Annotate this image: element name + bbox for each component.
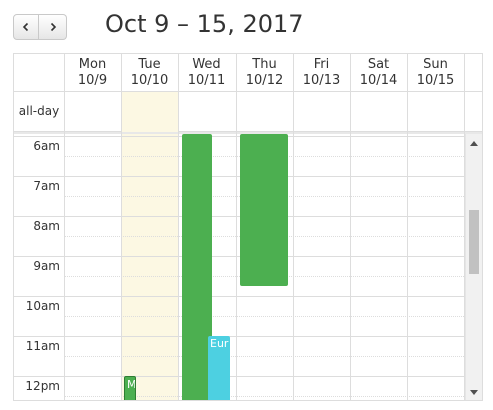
day-header-weekday: Wed bbox=[192, 57, 221, 72]
scroll-thumb[interactable] bbox=[469, 210, 479, 274]
day-header-weekday: Sun bbox=[423, 57, 448, 72]
all-day-label: all-day bbox=[18, 104, 60, 118]
axis-hour-line bbox=[14, 216, 64, 217]
scroll-up-icon[interactable] bbox=[470, 141, 478, 146]
time-label: 12pm bbox=[25, 379, 60, 393]
hour-line bbox=[64, 336, 466, 337]
axis-hour-line bbox=[14, 136, 64, 137]
today-highlight-allday bbox=[122, 92, 178, 132]
day-header-weekday: Fri 10/13 bbox=[302, 57, 341, 88]
calendar-event[interactable]: Eur bbox=[208, 336, 230, 400]
day-header-weekday: Sat 10/14 bbox=[359, 57, 398, 88]
day-header-weekday: Mon bbox=[78, 57, 107, 72]
day-header: Sat 10/14 bbox=[350, 57, 407, 89]
page-title: Oct 9 – 15, 2017 bbox=[105, 10, 304, 38]
hour-line bbox=[64, 296, 466, 297]
day-header: Tue 10/10 bbox=[121, 57, 178, 89]
axis-hour-line bbox=[14, 376, 64, 377]
half-hour-line bbox=[64, 356, 466, 357]
vertical-scrollbar[interactable] bbox=[465, 134, 482, 400]
half-hour-line bbox=[64, 316, 466, 317]
day-header: Mon 10/9 bbox=[64, 57, 121, 89]
time-label: 7am bbox=[33, 179, 60, 193]
axis-hour-line bbox=[14, 256, 64, 257]
prev-week-button[interactable] bbox=[13, 14, 39, 40]
axis-hour-line bbox=[14, 176, 64, 177]
day-header-date: 10/10 bbox=[130, 73, 169, 88]
axis-hour-line bbox=[14, 296, 64, 297]
axis-hour-line bbox=[14, 336, 64, 337]
day-header-date: 10/11 bbox=[187, 73, 226, 88]
day-header-weekday: Thu bbox=[252, 57, 277, 72]
day-header: Sun 10/15 bbox=[407, 57, 464, 89]
next-week-button[interactable] bbox=[39, 14, 67, 40]
calendar-event[interactable] bbox=[240, 134, 288, 286]
time-label: 8am bbox=[33, 219, 60, 233]
day-header-weekday: Tue bbox=[138, 57, 161, 72]
day-header-date: 10/12 bbox=[245, 73, 284, 88]
all-day-row bbox=[14, 92, 482, 132]
day-header-date: 10/9 bbox=[77, 73, 108, 88]
week-calendar: all-day Mon 10/9 Tue 10/10 Wed 10/11 Thu 10/12 F… bbox=[13, 53, 483, 401]
calendar-event[interactable]: M bbox=[124, 376, 136, 400]
time-grid[interactable]: 6am 7am 8am 9am 10am 11am 12pm M Eur bbox=[14, 134, 466, 400]
scroll-down-icon[interactable] bbox=[470, 390, 478, 395]
chevron-right-icon bbox=[50, 22, 56, 32]
time-label: 6am bbox=[33, 139, 60, 153]
toolbar bbox=[13, 13, 67, 41]
day-header: Wed 10/11 bbox=[178, 57, 235, 89]
day-header: Thu 10/12 bbox=[236, 57, 293, 89]
time-label: 11am bbox=[25, 339, 60, 353]
day-header-date: 10/15 bbox=[416, 73, 455, 88]
time-label: 10am bbox=[25, 299, 60, 313]
time-label: 9am bbox=[33, 259, 60, 273]
today-highlight-column bbox=[122, 134, 178, 400]
chevron-left-icon bbox=[22, 22, 29, 32]
day-header: Fri 10/13 bbox=[293, 57, 350, 89]
